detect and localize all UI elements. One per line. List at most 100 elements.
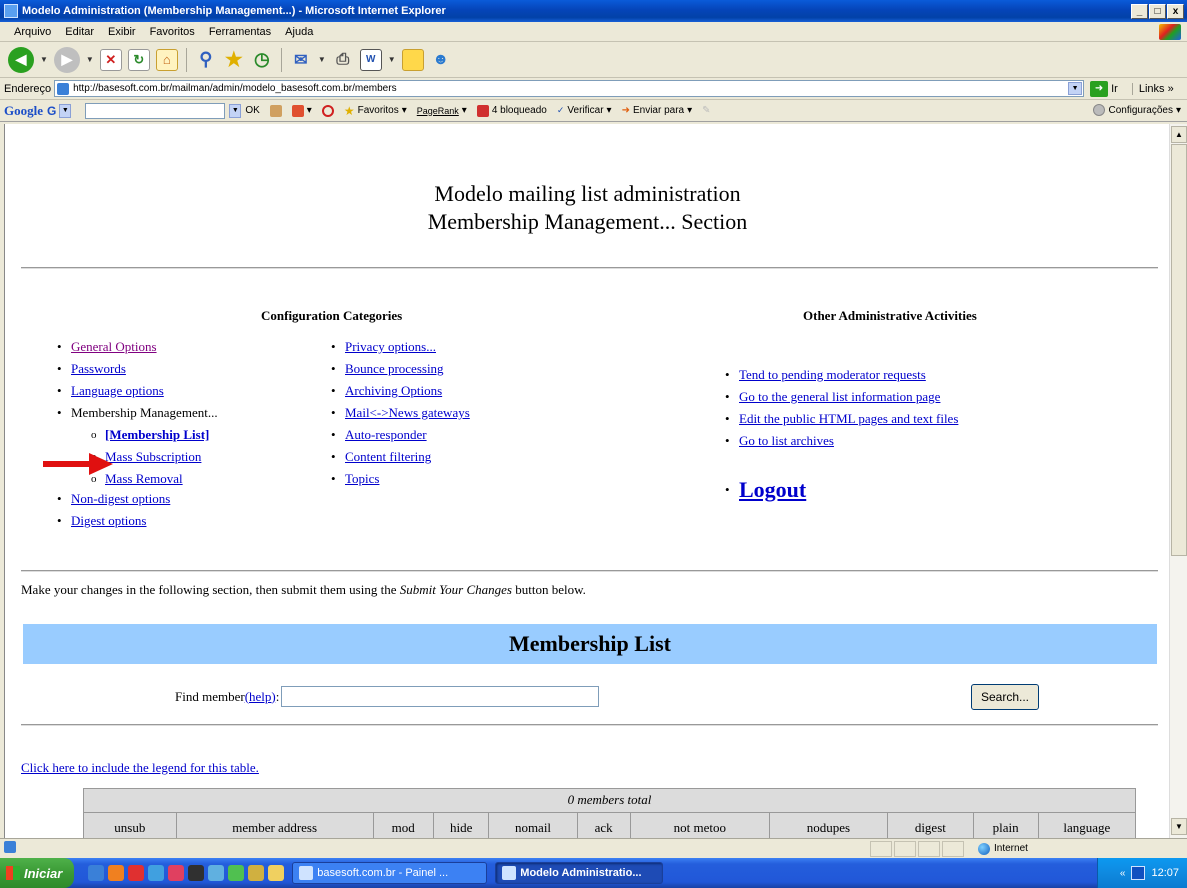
messenger-quicklaunch-icon[interactable]	[148, 865, 165, 881]
google-settings-button[interactable]: Configurações ▾	[1093, 104, 1181, 116]
list-item: Privacy options...	[331, 336, 470, 358]
archiving-options-link[interactable]: Archiving Options	[345, 383, 442, 398]
google-search-dropdown-icon[interactable]: ▼	[229, 103, 242, 118]
list-info-page-link[interactable]: Go to the general list information page	[739, 389, 940, 404]
auto-responder-link[interactable]: Auto-responder	[345, 427, 427, 442]
scroll-thumb[interactable]	[1171, 144, 1187, 556]
include-legend-link[interactable]: Click here to include the legend for thi…	[21, 760, 259, 776]
list-archives-link[interactable]: Go to list archives	[739, 433, 834, 448]
pending-requests-link[interactable]: Tend to pending moderator requests	[739, 367, 926, 382]
minimize-button[interactable]: _	[1131, 3, 1148, 19]
pagerank-button[interactable]: PageRank ▾	[417, 105, 467, 116]
send-to-button[interactable]: ➜ Enviar para ▾	[622, 105, 693, 116]
app-quicklaunch-icon[interactable]	[168, 865, 185, 881]
opera-quicklaunch-icon[interactable]	[128, 865, 145, 881]
google-logo[interactable]: Google	[4, 103, 43, 119]
stop-icon[interactable]: ✕	[99, 48, 122, 71]
google-search-input[interactable]	[85, 102, 226, 119]
content-filtering-link[interactable]: Content filtering	[345, 449, 431, 464]
start-button[interactable]: Iniciar	[0, 858, 75, 888]
search-button[interactable]: Search...	[971, 684, 1039, 710]
discuss-icon[interactable]	[401, 48, 424, 71]
refresh-icon[interactable]: ↻	[127, 48, 150, 71]
go-button[interactable]: ➜ Ir	[1090, 80, 1118, 97]
users-quicklaunch-icon[interactable]	[228, 865, 245, 881]
print-icon[interactable]: ⎙	[332, 49, 354, 71]
google-search-site-icon[interactable]	[269, 104, 282, 117]
menu-bar: Arquivo Editar Exibir Favoritos Ferramen…	[0, 22, 1187, 42]
membership-list-link[interactable]: [Membership List]	[105, 427, 209, 442]
menu-arquivo[interactable]: Arquivo	[14, 26, 51, 38]
edit-html-pages-link[interactable]: Edit the public HTML pages and text file…	[739, 411, 958, 426]
address-dropdown-icon[interactable]: ▼	[1068, 82, 1083, 95]
logout-link[interactable]: Logout	[739, 477, 806, 502]
go-label: Ir	[1111, 82, 1118, 95]
forward-icon[interactable]: ▶	[53, 46, 80, 73]
maximize-button[interactable]: □	[1149, 3, 1166, 19]
scroll-up-icon[interactable]: ▲	[1171, 126, 1187, 143]
google-ok-button[interactable]: OK	[245, 105, 259, 116]
tray-app-icon[interactable]	[1131, 866, 1146, 880]
google-favoritos-button[interactable]: ★ Favoritos ▾	[344, 104, 407, 118]
address-input[interactable]: http://basesoft.com.br/mailman/admin/mod…	[54, 80, 1085, 97]
links-button[interactable]: Links »	[1131, 82, 1174, 95]
search-icon[interactable]: ⚲	[195, 49, 217, 71]
ie-quicklaunch-icon[interactable]	[88, 865, 105, 881]
firefox-quicklaunch-icon[interactable]	[108, 865, 125, 881]
globe-icon	[978, 842, 990, 855]
list-item: Archiving Options	[331, 380, 470, 402]
bounce-processing-link[interactable]: Bounce processing	[345, 361, 444, 376]
mail-dropdown-icon[interactable]: ▼	[318, 55, 326, 64]
spellcheck-button[interactable]: ✓ Verificar ▾	[557, 105, 612, 116]
mail-news-gateways-link[interactable]: Mail<->News gateways	[345, 405, 470, 420]
mass-removal-link[interactable]: Mass Removal	[105, 471, 183, 486]
list-item: Topics	[331, 468, 470, 490]
menu-ferramentas[interactable]: Ferramentas	[209, 26, 271, 38]
language-options-link[interactable]: Language options	[71, 383, 164, 398]
passwords-link[interactable]: Passwords	[71, 361, 126, 376]
home-icon[interactable]: ⌂	[155, 48, 178, 71]
favorites-star-icon[interactable]: ★	[223, 49, 245, 71]
menu-exibir[interactable]: Exibir	[108, 26, 136, 38]
edit-dropdown-icon[interactable]: ▼	[388, 55, 396, 64]
tool-quicklaunch-icon[interactable]	[248, 865, 265, 881]
privacy-options-link[interactable]: Privacy options...	[345, 339, 436, 354]
ie-app-icon	[4, 4, 18, 18]
popup-blocker-button[interactable]: 4 bloqueado	[476, 104, 547, 117]
find-member-help-link[interactable]: (help)	[245, 689, 276, 705]
edit-word-icon[interactable]: W	[359, 48, 382, 71]
list-item: Content filtering	[331, 446, 470, 468]
divider	[21, 267, 1158, 269]
vertical-scrollbar[interactable]: ▲ ▼	[1169, 124, 1187, 838]
digest-options-link[interactable]: Digest options	[71, 513, 146, 528]
menu-favoritos[interactable]: Favoritos	[150, 26, 195, 38]
close-button[interactable]: x	[1167, 3, 1184, 19]
non-digest-options-link[interactable]: Non-digest options	[71, 491, 170, 506]
general-options-link[interactable]: General Options	[71, 339, 157, 354]
network-quicklaunch-icon[interactable]	[208, 865, 225, 881]
mail-icon[interactable]: ✉	[290, 49, 312, 71]
list-item: Tend to pending moderator requests	[725, 364, 958, 386]
window-title-bar[interactable]: Modelo Administration (Membership Manage…	[0, 0, 1187, 22]
tray-expand-icon[interactable]: «	[1120, 868, 1126, 879]
messenger-icon[interactable]: ☻	[430, 49, 452, 71]
terminal-quicklaunch-icon[interactable]	[188, 865, 205, 881]
menu-editar[interactable]: Editar	[65, 26, 94, 38]
find-member-input[interactable]	[281, 686, 600, 707]
google-highlight-icon[interactable]	[321, 104, 334, 117]
back-dropdown-icon[interactable]: ▼	[40, 55, 48, 64]
google-news-icon[interactable]: ▾	[291, 104, 312, 117]
folder-quicklaunch-icon[interactable]	[268, 865, 285, 881]
taskbar-item-painel[interactable]: basesoft.com.br - Painel ...	[292, 862, 488, 884]
scroll-down-icon[interactable]: ▼	[1171, 818, 1187, 835]
mass-subscription-link[interactable]: Mass Subscription	[105, 449, 201, 464]
topics-link[interactable]: Topics	[345, 471, 379, 486]
taskbar-item-modelo[interactable]: Modelo Administratio...	[495, 862, 664, 884]
google-g-menu[interactable]: G ▼	[47, 103, 75, 118]
highlighter-icon[interactable]: ✎	[702, 105, 710, 116]
history-icon[interactable]: ◷	[251, 49, 273, 71]
back-icon[interactable]: ◀	[8, 46, 34, 73]
forward-dropdown-icon[interactable]: ▼	[86, 55, 94, 64]
window-title: Modelo Administration (Membership Manage…	[22, 5, 446, 17]
menu-ajuda[interactable]: Ajuda	[285, 26, 313, 38]
